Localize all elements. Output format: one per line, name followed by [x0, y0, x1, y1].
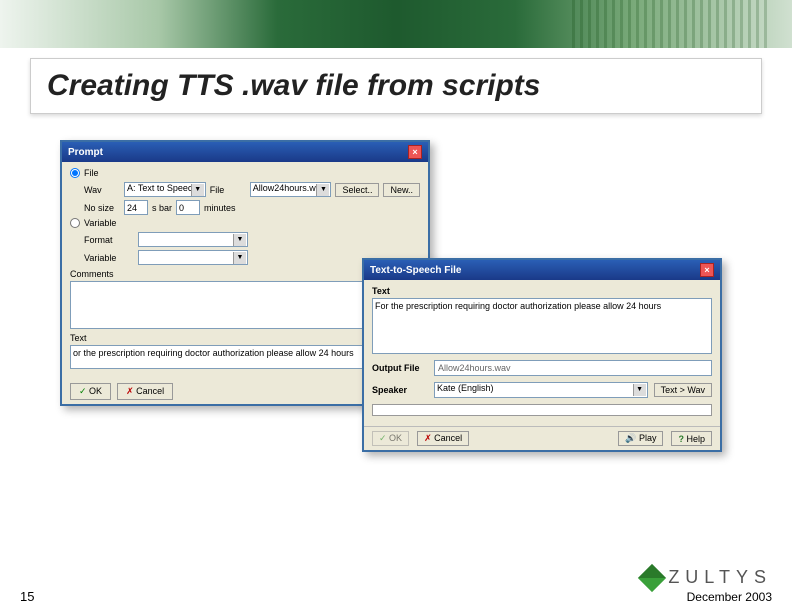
file-radio-label: File: [84, 168, 99, 178]
logo-text: ZULTYS: [668, 567, 772, 588]
variable-radio-label: Variable: [84, 218, 116, 228]
format-label: Format: [84, 235, 134, 245]
wav-select[interactable]: A: Text to Speec: [124, 182, 206, 197]
slide-title-box: Creating TTS .wav file from scripts: [30, 58, 762, 114]
tts-dialog: Text-to-Speech File × Text For the presc…: [362, 258, 722, 452]
progress-bar: [372, 404, 712, 416]
output-file-input[interactable]: [434, 360, 712, 376]
prompt-titlebar: Prompt ×: [62, 142, 428, 162]
play-button[interactable]: Play: [618, 431, 663, 446]
file-label: File: [210, 185, 246, 195]
close-icon[interactable]: ×: [700, 263, 714, 277]
tts-titlebar: Text-to-Speech File ×: [364, 260, 720, 280]
nosize-label: No size: [84, 203, 120, 213]
footer-date: December 2003: [687, 590, 772, 604]
top-banner: [0, 0, 792, 48]
nosize-input1[interactable]: [124, 200, 148, 215]
tts-text-area[interactable]: For the prescription requiring doctor au…: [372, 298, 712, 354]
tts-ok-button[interactable]: OK: [372, 431, 409, 446]
variable-select[interactable]: [138, 250, 248, 265]
logo-icon: [638, 563, 666, 591]
output-file-label: Output File: [372, 363, 428, 373]
variable-label: Variable: [84, 253, 134, 263]
minutes-label: minutes: [204, 203, 236, 213]
nosize-input2[interactable]: [176, 200, 200, 215]
speaker-label: Speaker: [372, 385, 428, 395]
slide-title: Creating TTS .wav file from scripts: [47, 69, 745, 103]
logo: ZULTYS: [642, 567, 772, 588]
prompt-title: Prompt: [68, 147, 103, 158]
page-number: 15: [20, 589, 34, 604]
variable-radio[interactable]: [70, 218, 80, 228]
tts-cancel-button[interactable]: Cancel: [417, 431, 469, 446]
footer: 15 ZULTYS December 2003: [0, 567, 792, 604]
cancel-button[interactable]: Cancel: [117, 383, 173, 400]
close-icon[interactable]: ×: [408, 145, 422, 159]
tts-text-label: Text: [372, 286, 712, 296]
select-button[interactable]: Select..: [335, 183, 379, 197]
wav-label: Wav: [84, 185, 120, 195]
tts-title: Text-to-Speech File: [370, 265, 462, 276]
format-select[interactable]: [138, 232, 248, 247]
file-radio[interactable]: [70, 168, 80, 178]
text-to-wav-button[interactable]: Text > Wav: [654, 383, 712, 397]
sbar-label: s bar: [152, 203, 172, 213]
speaker-select[interactable]: Kate (English): [434, 382, 648, 398]
help-button[interactable]: Help: [671, 431, 712, 446]
file-select[interactable]: Allow24hours.wav: [250, 182, 332, 197]
new-button[interactable]: New..: [383, 183, 420, 197]
ok-button[interactable]: OK: [70, 383, 111, 400]
